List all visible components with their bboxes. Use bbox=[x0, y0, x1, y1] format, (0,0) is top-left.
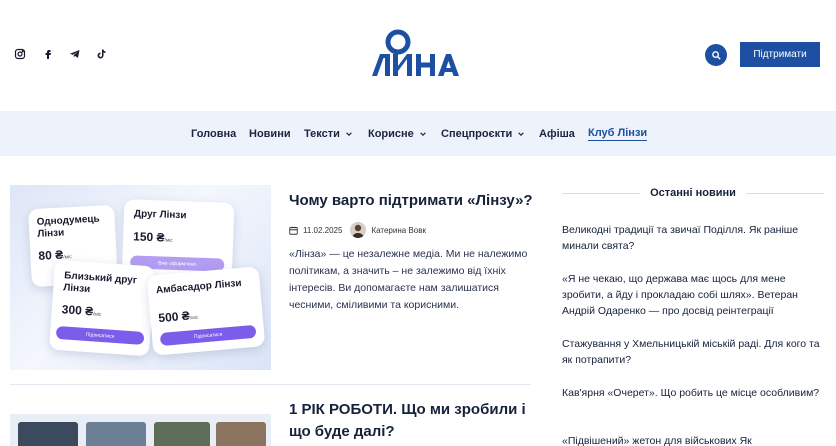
chevron-down-icon bbox=[346, 131, 352, 136]
instagram-icon[interactable] bbox=[10, 44, 30, 64]
news-item[interactable]: «Підвішений» жетон для військових Як bbox=[562, 433, 824, 446]
nav-item-news[interactable]: Новини bbox=[249, 111, 291, 156]
nav-item-home[interactable]: Головна bbox=[191, 111, 236, 156]
tier-title: Близький друг Лінзи bbox=[62, 270, 138, 296]
divider bbox=[10, 384, 531, 385]
article-title[interactable]: Чому варто підтримати «Лінзу»? bbox=[289, 190, 549, 212]
telegram-icon[interactable] bbox=[65, 44, 85, 64]
nav-item-texts[interactable]: Тексти bbox=[304, 111, 353, 156]
tier-card: Амбасадор Лінзи 500 ₴/міс Підписатися bbox=[146, 266, 266, 356]
tiktok-icon[interactable] bbox=[91, 44, 111, 64]
main-nav: Головна Новини Тексти Корисне Спецпроєкт… bbox=[0, 111, 836, 156]
news-item[interactable]: «Я не чекаю, що держава має щось для мен… bbox=[562, 271, 824, 319]
chevron-down-icon bbox=[518, 131, 525, 136]
tier-title: Друг Лінзи bbox=[133, 208, 187, 222]
calendar-icon bbox=[289, 226, 298, 235]
article-thumbnail[interactable]: Однодумець Лінзи 80 ₴/міс Друг Лінзи 150… bbox=[10, 185, 271, 370]
chevron-down-icon bbox=[419, 131, 426, 136]
news-item[interactable]: Кав'ярня «Очерет». Що робить це місце ос… bbox=[562, 385, 824, 401]
tier-button: Підписатися bbox=[159, 324, 257, 347]
tier-title: Амбасадор Лінзи bbox=[155, 277, 242, 297]
article-thumbnail[interactable] bbox=[10, 414, 271, 446]
support-button[interactable]: Підтримати bbox=[740, 42, 820, 67]
tier-card: Близький друг Лінзи 300 ₴/міс Підписатис… bbox=[48, 259, 156, 357]
nav-item-afisha[interactable]: Афіша bbox=[539, 111, 575, 156]
news-item[interactable]: Великодні традиції та звичаї Поділля. Як… bbox=[562, 222, 824, 254]
nav-item-useful[interactable]: Корисне bbox=[368, 111, 427, 156]
tier-price: 500 ₴/міс bbox=[157, 308, 199, 326]
article-title[interactable]: 1 РІК РОБОТИ. Що ми зробили і що буде да… bbox=[289, 399, 539, 443]
news-item[interactable]: Стажування у Хмельницькій міській раді. … bbox=[562, 336, 824, 368]
site-logo[interactable] bbox=[368, 26, 468, 82]
tier-button: Підписатися bbox=[55, 325, 145, 345]
site-header: Підтримати bbox=[0, 0, 836, 111]
article-excerpt: «Лінза» — це незалежне медіа. Ми не нале… bbox=[289, 248, 528, 311]
article-meta: 11.02.2025 Катерина Вовк bbox=[289, 221, 426, 239]
facebook-icon[interactable] bbox=[38, 44, 58, 64]
nav-item-special-projects[interactable]: Спецпроєкти bbox=[441, 111, 525, 156]
nav-item-club[interactable]: Клуб Лінзи bbox=[588, 111, 648, 156]
author-avatar bbox=[350, 222, 367, 238]
article-date: 11.02.2025 bbox=[303, 225, 343, 235]
tier-price: 150 ₴/міс bbox=[132, 229, 173, 245]
article-author[interactable]: Катерина Вовк bbox=[371, 226, 426, 235]
search-icon bbox=[711, 50, 721, 60]
latest-news-heading: Останні новини bbox=[562, 185, 824, 201]
logo-graphic bbox=[372, 29, 459, 76]
tier-title: Однодумець Лінзи bbox=[36, 213, 100, 240]
tier-price: 300 ₴/міс bbox=[61, 302, 102, 319]
search-button[interactable] bbox=[705, 44, 727, 66]
